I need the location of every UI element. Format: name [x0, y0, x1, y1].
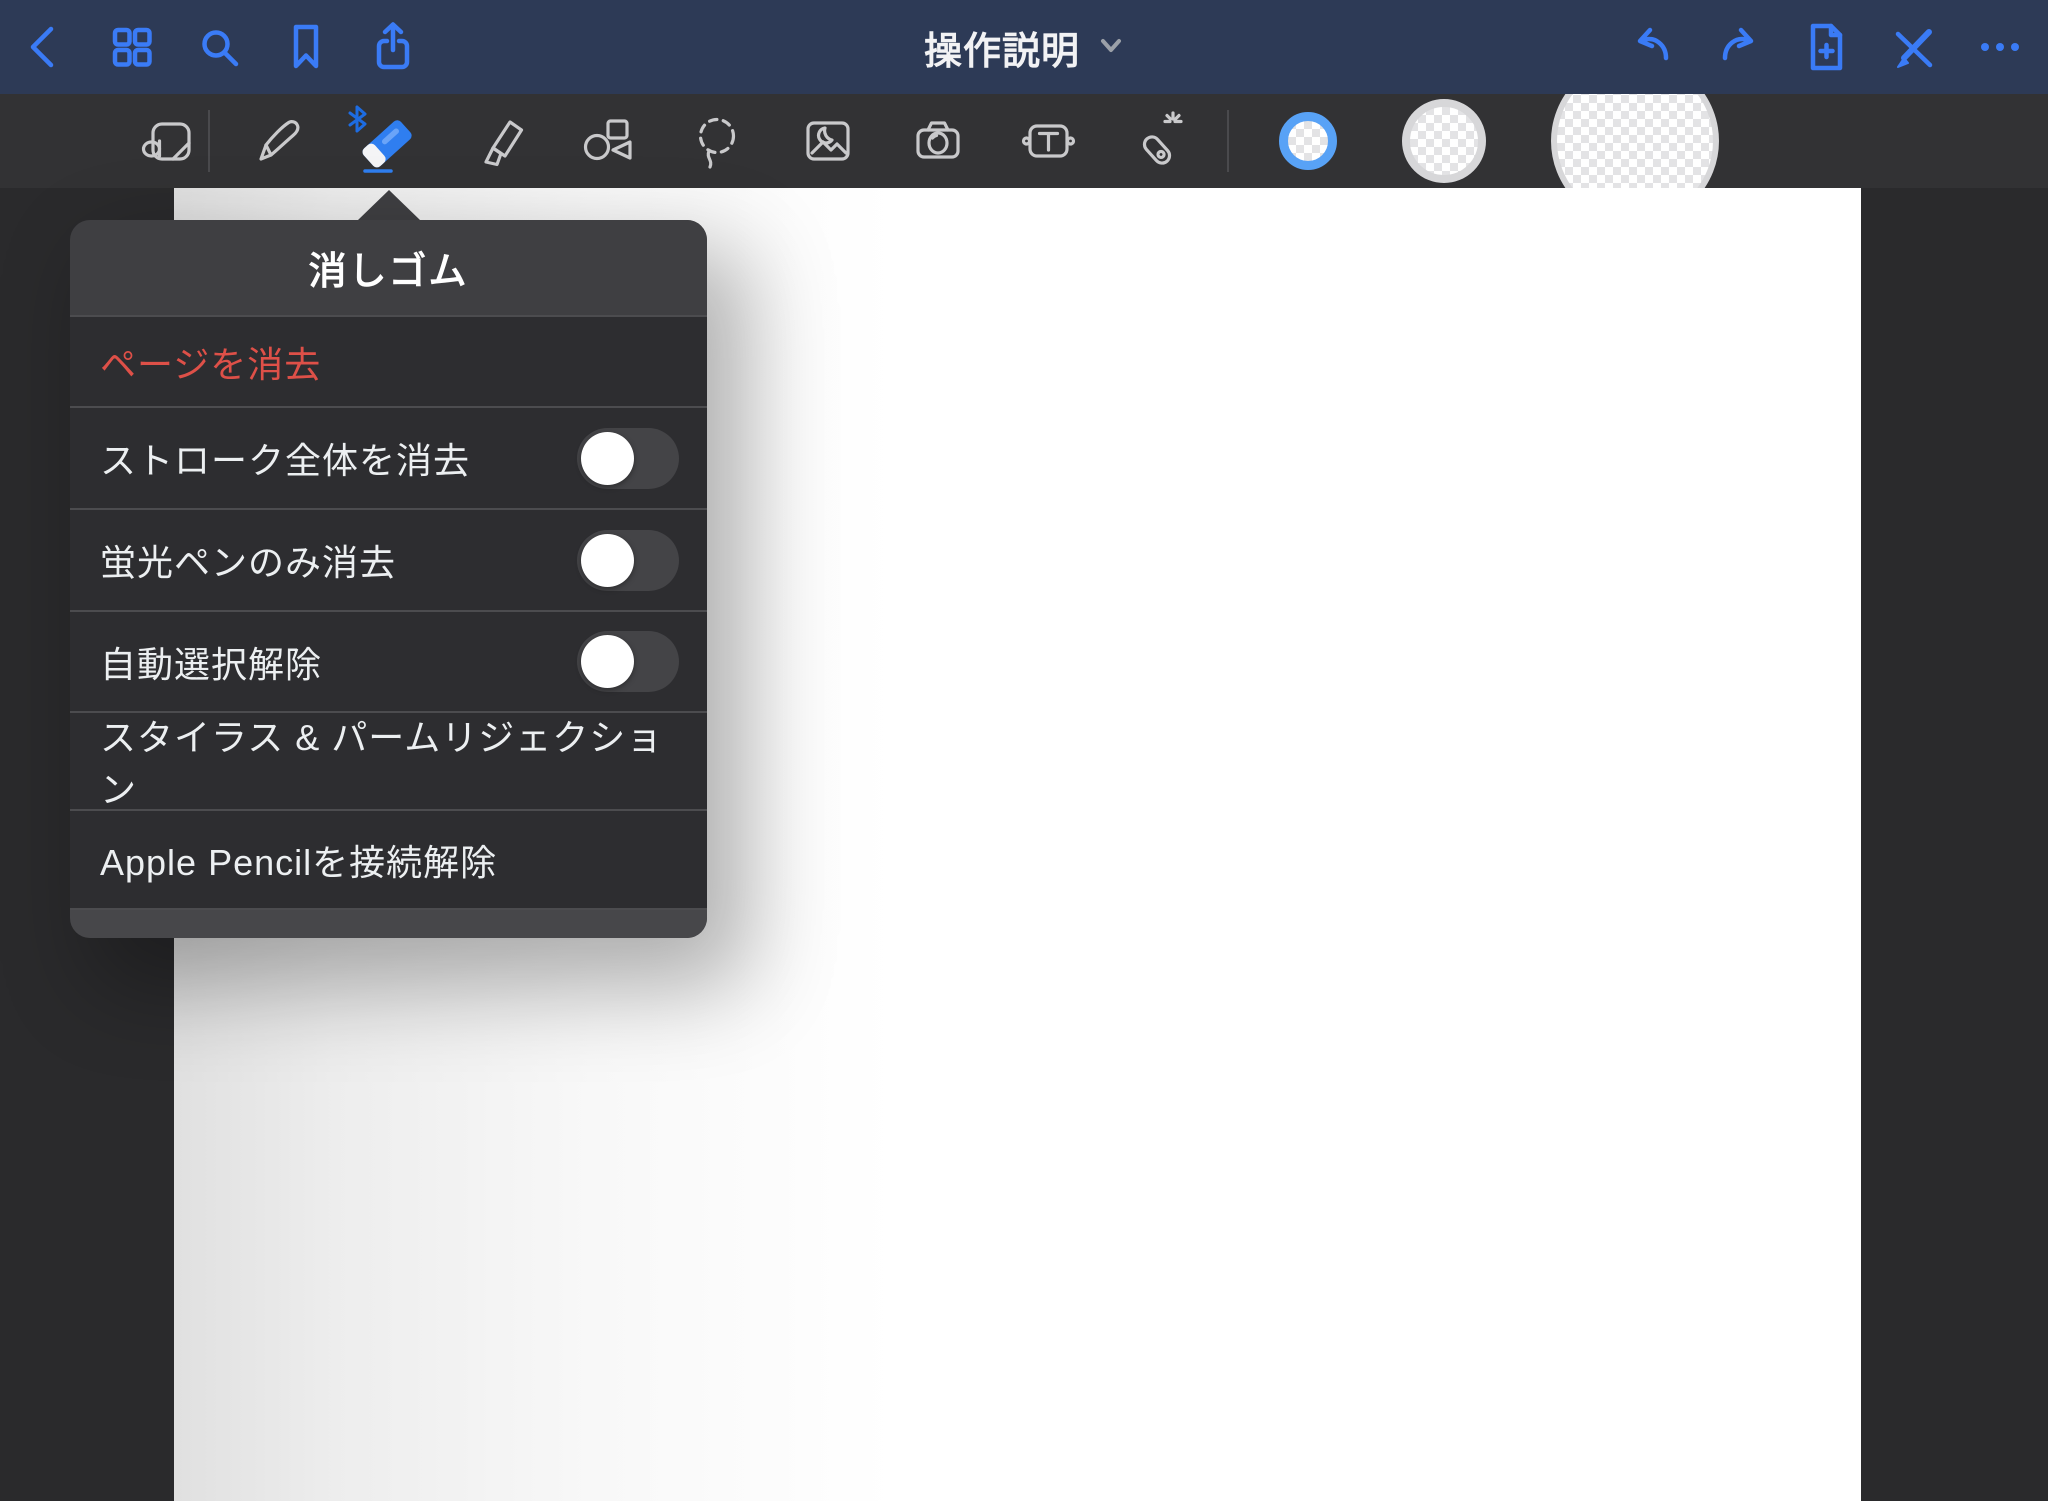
back-button[interactable]: [17, 19, 73, 75]
bluetooth-icon: [350, 107, 365, 131]
thumbnails-button[interactable]: [104, 19, 160, 75]
menu-item-erase-entire-stroke: ストローク全体を消去: [70, 406, 707, 508]
menu-item-clear-page[interactable]: ページを消去: [70, 315, 707, 406]
laser-pointer-icon: [1126, 109, 1190, 173]
highlighter-tool-button[interactable]: [468, 109, 532, 173]
pen-tool-button[interactable]: [246, 109, 310, 173]
shapes-tool-button[interactable]: [575, 109, 639, 173]
undo-icon: [1624, 19, 1680, 75]
page-title: 操作説明: [924, 20, 1080, 75]
highlighter-icon: [468, 109, 532, 173]
eraser-settings-popover: 消しゴム ページを消去 ストローク全体を消去 蛍光ペンのみ消去: [70, 220, 707, 938]
more-button[interactable]: [1972, 19, 2028, 75]
bookmark-button[interactable]: [278, 19, 334, 75]
chevron-down-icon: [1098, 32, 1124, 63]
menu-item-erase-highlighter-only: 蛍光ペンのみ消去: [70, 508, 707, 610]
back-icon: [17, 19, 73, 75]
image-icon: [796, 109, 860, 173]
share-button[interactable]: [365, 19, 421, 75]
document-title-button[interactable]: 操作説明: [924, 0, 1124, 94]
add-page-icon: [1798, 19, 1854, 75]
eraser-size-small-selected[interactable]: [1279, 112, 1337, 170]
readonly-mode-button[interactable]: [1885, 19, 1941, 75]
search-icon: [191, 19, 247, 75]
lasso-icon: [686, 109, 750, 173]
eraser-size-large[interactable]: [1551, 94, 1719, 188]
canvas-area[interactable]: 消しゴム ページを消去 ストローク全体を消去 蛍光ペンのみ消去: [0, 188, 2048, 1501]
erase-entire-stroke-toggle[interactable]: [577, 428, 679, 489]
share-icon: [365, 19, 421, 75]
menu-item-auto-deselect: 自動選択解除: [70, 610, 707, 711]
erase-highlighter-only-toggle[interactable]: [577, 530, 679, 591]
undo-button[interactable]: [1624, 19, 1680, 75]
popover-title: 消しゴム: [308, 240, 468, 295]
topbar-left-group: [17, 19, 421, 75]
toolbar-separator: [1227, 110, 1229, 172]
pen-icon: [246, 109, 310, 173]
search-button[interactable]: [191, 19, 247, 75]
toggle-knob: [581, 432, 634, 485]
app-screen: 操作説明: [0, 0, 2048, 1501]
pen-disabled-icon: [1885, 19, 1941, 75]
laser-pointer-tool-button[interactable]: [1126, 109, 1190, 173]
toolbar-separator: [208, 110, 210, 172]
lasso-tool-button[interactable]: [686, 109, 750, 173]
more-icon: [1972, 19, 2028, 75]
zoom-window-tool-button[interactable]: [136, 109, 200, 173]
shapes-icon: [575, 109, 639, 173]
toggle-knob: [581, 534, 634, 587]
redo-button[interactable]: [1711, 19, 1767, 75]
toggle-knob: [581, 635, 634, 688]
redo-icon: [1711, 19, 1767, 75]
tool-bar: [0, 94, 2048, 188]
eraser-tool-button[interactable]: [343, 99, 427, 183]
text-tool-button[interactable]: [1016, 109, 1080, 173]
text-box-icon: [1016, 109, 1080, 173]
zoom-window-icon: [136, 109, 200, 173]
eraser-size-medium[interactable]: [1402, 99, 1486, 183]
popover-header: 消しゴム: [70, 220, 707, 315]
menu-item-disconnect-apple-pencil[interactable]: Apple Pencilを接続解除: [70, 809, 707, 908]
thumbnails-grid-icon: [104, 19, 160, 75]
add-page-button[interactable]: [1798, 19, 1854, 75]
topbar-right-group: [1624, 19, 2028, 75]
camera-icon: [906, 109, 970, 173]
eraser-icon-selected: [343, 99, 427, 183]
camera-tool-button[interactable]: [906, 109, 970, 173]
popover-footer: [70, 908, 707, 938]
image-tool-button[interactable]: [796, 109, 860, 173]
menu-item-stylus-palm-rejection[interactable]: スタイラス & パームリジェクション: [70, 711, 707, 809]
top-navigation-bar: 操作説明: [0, 0, 2048, 94]
bookmark-icon: [278, 19, 334, 75]
auto-deselect-toggle[interactable]: [577, 631, 679, 692]
